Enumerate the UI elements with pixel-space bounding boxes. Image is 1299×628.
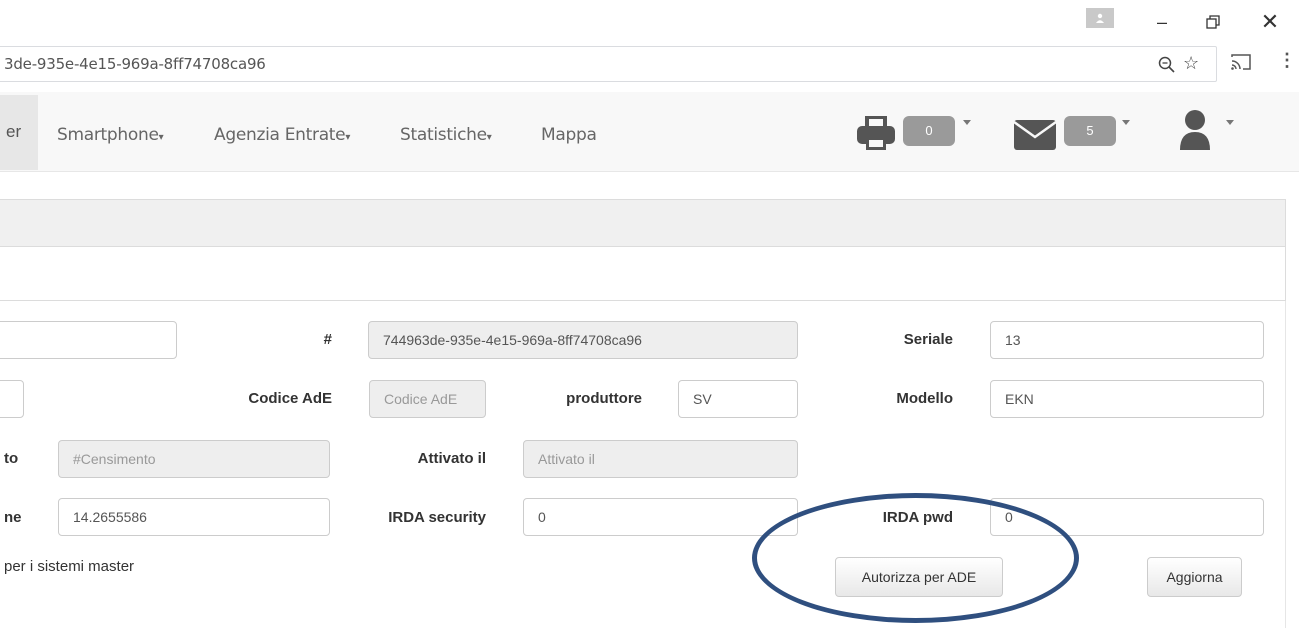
print-count-badge[interactable]: 0 xyxy=(903,116,955,146)
address-bar: 3de-935e-4e15-969a-8ff74708ca96 ☆ ⋮ xyxy=(0,42,1299,92)
user-dropdown-caret-icon[interactable] xyxy=(1226,120,1234,125)
mail-icon[interactable] xyxy=(1013,119,1057,151)
censimento-field[interactable]: #Censimento xyxy=(58,440,330,478)
irda-pwd-field[interactable]: 0 xyxy=(990,498,1264,536)
app-navbar: er Smartphone▾ Agenzia Entrate▾ Statisti… xyxy=(0,92,1299,172)
codice-ade-field[interactable]: Codice AdE xyxy=(369,380,486,418)
caret-icon: ▾ xyxy=(158,132,164,143)
user-icon[interactable] xyxy=(1178,108,1212,152)
produttore-label: produttore xyxy=(566,390,642,407)
nav-item-statistiche[interactable]: Statistiche▾ xyxy=(400,125,492,145)
panel-heading xyxy=(0,199,1286,247)
nav-item-active[interactable]: er xyxy=(0,95,38,170)
nav-item-mappa[interactable]: Mappa xyxy=(541,125,597,145)
close-icon[interactable]: ✕ xyxy=(1258,10,1282,34)
attivato-field[interactable]: Attivato il xyxy=(523,440,798,478)
url-input[interactable]: 3de-935e-4e15-969a-8ff74708ca96 ☆ xyxy=(0,46,1217,82)
printer-icon[interactable] xyxy=(855,114,897,152)
row4-field[interactable]: 14.2655586 xyxy=(58,498,330,536)
produttore-field[interactable]: SV xyxy=(678,380,798,418)
mail-dropdown-caret-icon[interactable] xyxy=(1122,120,1130,125)
panel-border xyxy=(1285,301,1286,628)
authorize-ade-button[interactable]: Autorizza per ADE xyxy=(835,557,1003,597)
nav-item-smartphone[interactable]: Smartphone▾ xyxy=(57,125,164,145)
nav-item-active-label: er xyxy=(6,122,22,141)
nav-item-label: Agenzia Entrate xyxy=(214,125,346,145)
url-text[interactable]: 3de-935e-4e15-969a-8ff74708ca96 xyxy=(4,55,266,73)
zoom-icon[interactable] xyxy=(1157,55,1177,75)
print-dropdown-caret-icon[interactable] xyxy=(963,120,971,125)
text-field-cut[interactable] xyxy=(0,321,177,359)
seriale-label: Seriale xyxy=(903,331,953,348)
irda-pwd-label: IRDA pwd xyxy=(882,509,953,526)
nav-item-label: Mappa xyxy=(541,125,597,145)
cast-icon[interactable] xyxy=(1230,52,1252,72)
nav-item-label: Smartphone xyxy=(57,125,159,145)
codice-ade-label: Codice AdE xyxy=(248,390,332,407)
star-icon[interactable]: ☆ xyxy=(1183,53,1199,74)
modello-field[interactable]: EKN xyxy=(990,380,1264,418)
mail-count-badge[interactable]: 5 xyxy=(1064,116,1116,146)
irda-security-field[interactable]: 0 xyxy=(523,498,798,536)
profile-icon[interactable] xyxy=(1086,8,1114,28)
master-checkbox-label: per i sistemi master xyxy=(4,558,135,575)
seriale-field[interactable]: 13 xyxy=(990,321,1264,359)
caret-icon: ▾ xyxy=(345,132,351,143)
nav-item-label: Statistiche xyxy=(400,125,487,145)
restore-icon[interactable] xyxy=(1201,10,1225,34)
hash-label: # xyxy=(323,331,332,348)
update-button[interactable]: Aggiorna xyxy=(1147,557,1242,597)
minimize-icon[interactable]: – xyxy=(1150,10,1174,34)
panel-border xyxy=(1285,247,1286,301)
text-field-cut[interactable] xyxy=(0,380,24,418)
hash-field[interactable]: 744963de-935e-4e15-969a-8ff74708ca96 xyxy=(368,321,798,359)
attivato-label: Attivato il xyxy=(417,450,486,467)
censimento-label: to xyxy=(4,450,19,467)
window-titlebar: – ✕ xyxy=(0,0,1299,42)
nav-item-agenzia-entrate[interactable]: Agenzia Entrate▾ xyxy=(214,125,350,145)
more-icon[interactable]: ⋮ xyxy=(1278,50,1296,71)
modello-label: Modello xyxy=(896,390,953,407)
caret-icon: ▾ xyxy=(486,132,492,143)
panel-divider xyxy=(0,300,1286,301)
row4-label: ne xyxy=(4,509,22,526)
irda-security-label: IRDA security xyxy=(388,509,486,526)
